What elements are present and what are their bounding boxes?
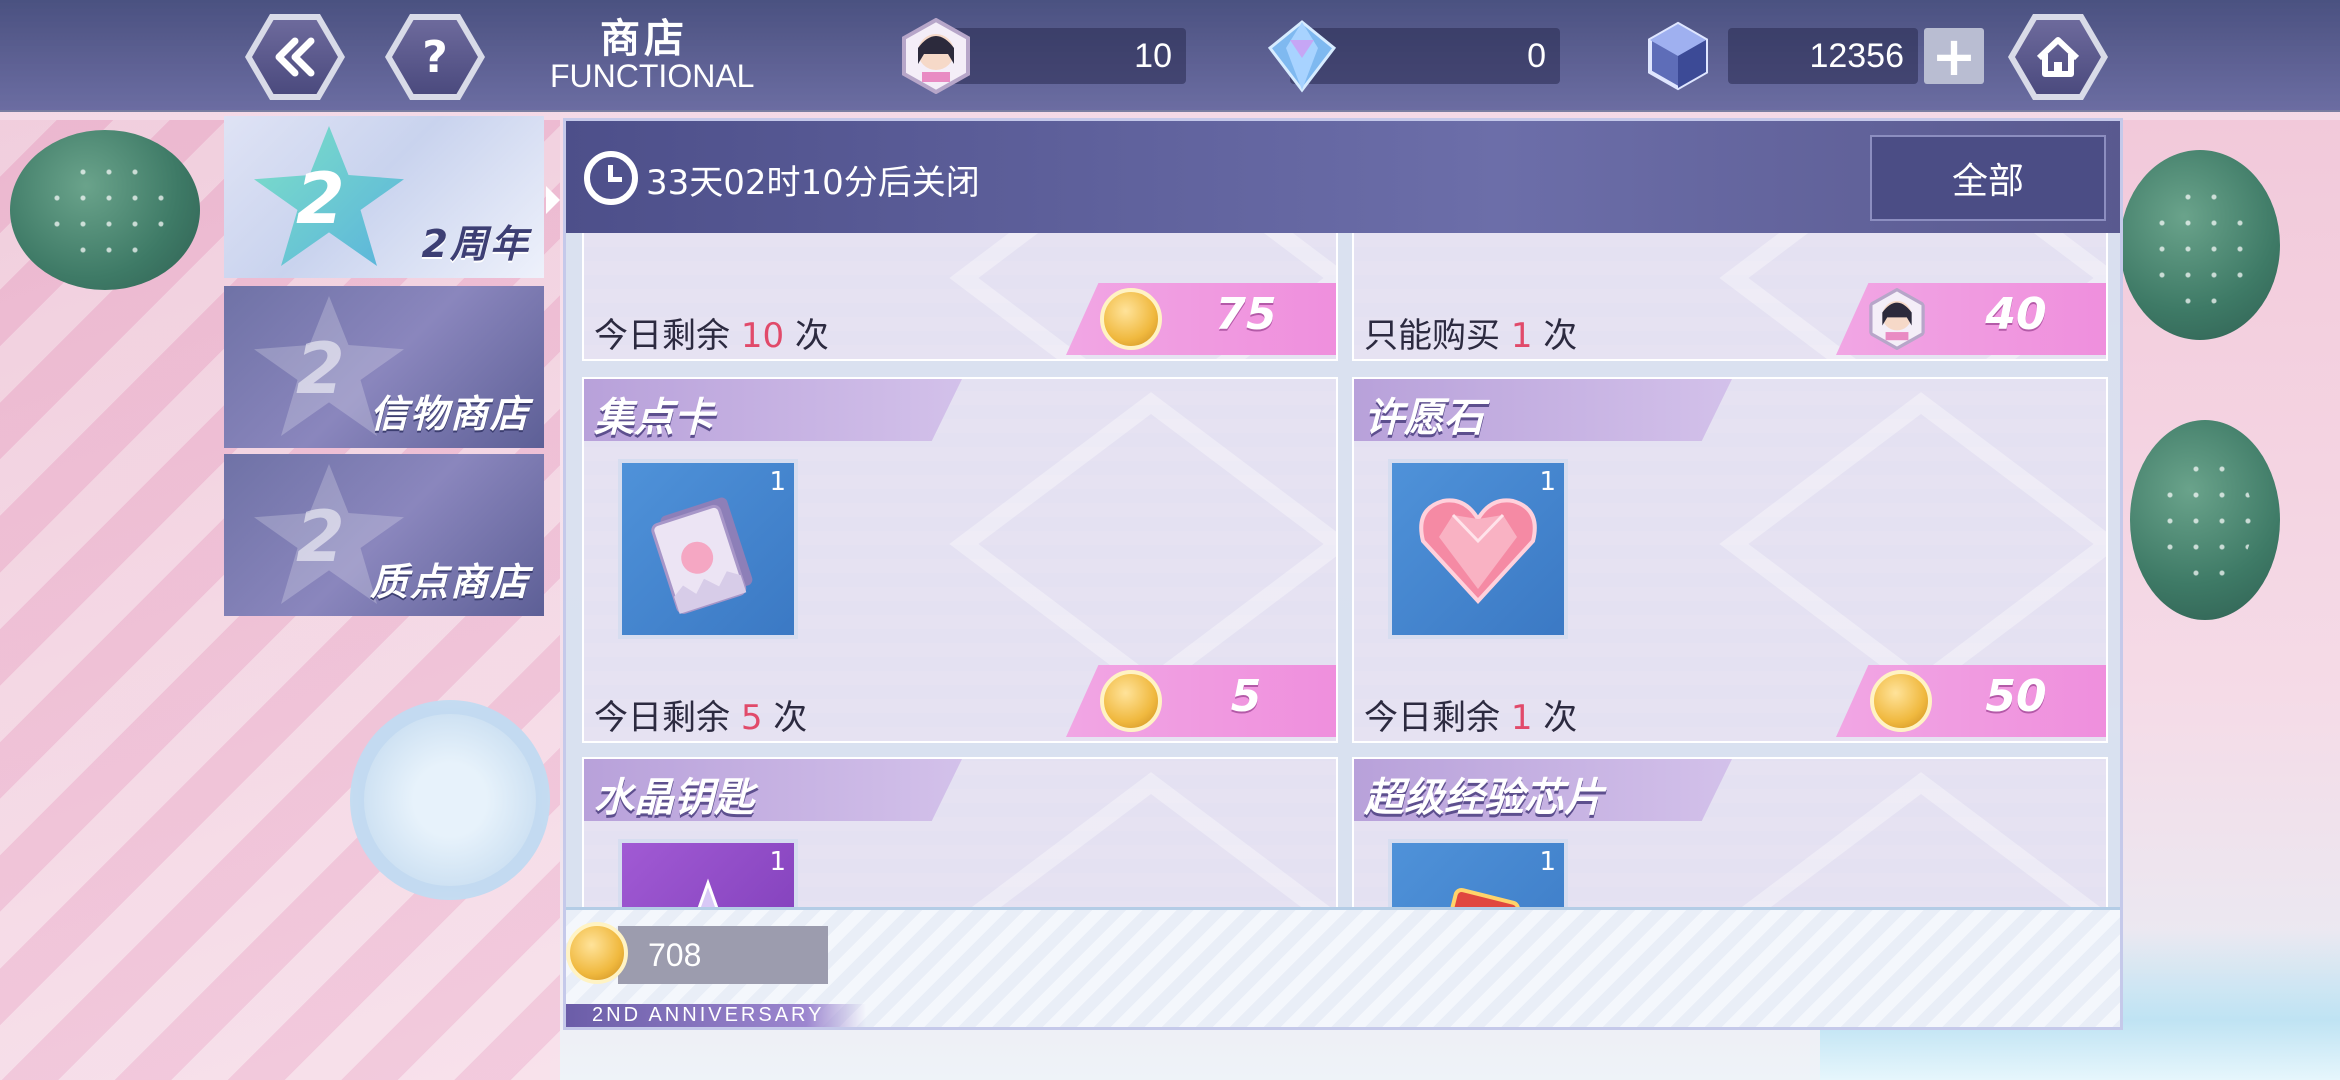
anniversary-banner: 2ND ANNIVERSARY [566,1004,866,1027]
tab-mass-point-shop[interactable]: 2 质点商店 [224,454,544,616]
home-icon [2015,20,2101,94]
item-name: 水晶钥匙 [594,775,754,821]
cube-icon [1640,18,1716,94]
tab-label: 2周年 [421,222,530,266]
anniversary-2nd-emblem: 2 [296,496,345,578]
bush-decoration [2130,420,2280,620]
tab-token-shop[interactable]: 2 信物商店 [224,286,544,448]
item-icon: 1 [618,459,798,639]
crystal-icon [1264,18,1340,94]
active-tab-pointer-icon [546,186,560,214]
shop-item-card[interactable]: 水晶钥匙 1 [582,757,1338,917]
bush-decoration [10,130,200,290]
remaining-count: 只能购买 1 次 [1364,316,1578,356]
top-bar: ? 商店 FUNCTIONAL 10 0 12356 + [0,0,2340,112]
question-icon: ? [392,20,478,94]
item-quantity: 1 [1539,847,1556,877]
coin-balance: 708 [618,926,828,984]
price-tag[interactable]: 5 [1066,665,1336,737]
tab-label: 质点商店 [369,560,530,604]
remaining-count: 今日剩余 1 次 [1364,698,1578,738]
item-icon: 1 [1388,839,1568,915]
gold-coin-icon [1870,670,1932,732]
remaining-count: 今日剩余 10 次 [594,316,829,356]
item-quantity: 1 [769,847,786,877]
price-tag[interactable]: 75 [1066,283,1336,355]
plus-icon: + [1931,24,1977,88]
tab-label: 信物商店 [369,392,530,436]
page-title: 商店 [600,16,688,62]
anniversary-2nd-emblem: 2 [296,328,345,410]
point-card-icon [651,497,753,614]
card-watermark [1719,772,2106,915]
remaining-count: 今日剩余 5 次 [594,698,808,738]
item-name: 许愿石 [1364,395,1484,441]
page-subtitle: FUNCTIONAL [550,58,755,94]
portrait-token-icon [898,18,974,94]
heart-gem-icon [1419,498,1537,604]
item-icon: 1 [618,839,798,915]
home-button[interactable] [2008,14,2108,100]
card-watermark [1719,392,2106,696]
back-arrow-icon [252,20,338,94]
anniversary-2nd-emblem: 2 [296,158,345,240]
shop-close-timer: 33天02时10分后关闭 [646,163,980,203]
portrait-token-icon [1869,288,1925,350]
shop-panel: 今日剩余 10 次 75 只能购买 1 次 40 集点卡 1 今日剩余 5 次 … [563,118,2123,1030]
panel-header: 33天02时10分后关闭 全部 [566,121,2120,233]
item-quantity: 1 [769,467,786,497]
item-quantity: 1 [1539,467,1556,497]
item-name: 集点卡 [594,395,714,441]
tab-2nd-anniversary[interactable]: 2 2周年 [224,116,544,278]
gold-coin-icon [1100,288,1162,350]
shop-item-card[interactable]: 集点卡 1 今日剩余 5 次 5 [582,377,1338,743]
filter-all-button[interactable]: 全部 [1870,135,2106,221]
floor-ring-decoration [350,700,550,900]
gold-coin-icon [566,922,628,984]
price-tag[interactable]: 40 [1836,283,2106,355]
help-button[interactable]: ? [385,14,485,100]
currency-cube-value: 12356 [1728,28,1918,84]
back-button[interactable] [245,14,345,100]
shop-item-card[interactable]: 超级经验芯片 1 [1352,757,2108,917]
price-tag[interactable]: 50 [1836,665,2106,737]
shop-item-card[interactable]: 许愿石 1 今日剩余 1 次 50 [1352,377,2108,743]
clock-icon [584,151,638,205]
footer-bar: 708 2ND ANNIVERSARY [566,907,2120,1027]
gold-coin-icon [1100,670,1162,732]
card-watermark [949,392,1336,696]
bush-decoration [2120,150,2280,340]
item-name: 超级经验芯片 [1364,775,1604,821]
card-watermark [949,772,1336,915]
item-icon: 1 [1388,459,1568,639]
add-currency-button[interactable]: + [1924,25,1984,88]
